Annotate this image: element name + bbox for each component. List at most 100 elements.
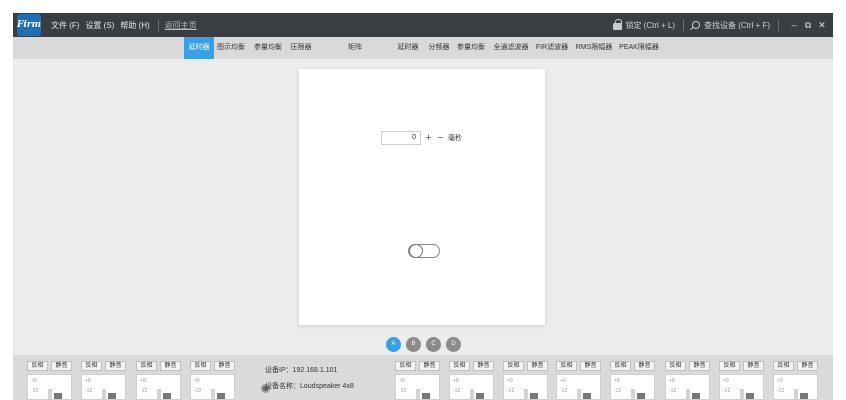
divider	[778, 19, 779, 31]
level-meter: +0 -12	[449, 374, 494, 400]
mute-button[interactable]: 静音	[473, 361, 494, 371]
menu-file[interactable]: 文件 (F)	[51, 20, 79, 31]
fader-knob[interactable]	[583, 393, 591, 399]
pager-c[interactable]: C	[426, 337, 441, 352]
tab-matrix[interactable]: 矩阵	[343, 37, 367, 59]
decrease-button[interactable]: −	[436, 132, 445, 144]
close-button[interactable]: ✕	[815, 20, 829, 31]
meter-tick: +0	[614, 378, 620, 384]
mute-button[interactable]: 静音	[580, 361, 601, 371]
mute-button[interactable]: 静音	[160, 361, 181, 371]
restore-button[interactable]: ⧉	[801, 20, 815, 31]
meter-tick: -12	[194, 388, 202, 394]
invert-button[interactable]: 反相	[27, 361, 48, 371]
tab-crossover[interactable]: 分频器	[426, 37, 452, 59]
tab-delay-input[interactable]: 延时器	[184, 37, 214, 59]
mute-button[interactable]: 静音	[797, 361, 818, 371]
mute-button[interactable]: 静音	[527, 361, 548, 371]
level-meter: +0 -12	[610, 374, 655, 400]
delay-enable-toggle[interactable]	[408, 244, 440, 258]
tab-delay-output[interactable]: 延时器	[395, 37, 421, 59]
meter-tick: +0	[140, 378, 146, 384]
menu-settings[interactable]: 设置 (S)	[85, 20, 114, 31]
meter-tick: +0	[507, 378, 513, 384]
lock-label: 锁定 (Ctrl + L)	[625, 20, 675, 30]
level-meter: +0 -12	[665, 374, 710, 400]
channel-module: 反相 静音 +0 -12	[773, 359, 819, 400]
fader-knob[interactable]	[54, 393, 62, 399]
minimize-button[interactable]: –	[787, 20, 801, 30]
invert-button[interactable]: 反相	[449, 361, 470, 371]
invert-button[interactable]: 反相	[719, 361, 740, 371]
fader-knob[interactable]	[637, 393, 645, 399]
fader-knob[interactable]	[692, 393, 700, 399]
lock-icon	[613, 18, 623, 30]
invert-button[interactable]: 反相	[190, 361, 211, 371]
fader-knob[interactable]	[422, 393, 430, 399]
mute-button[interactable]: 静音	[51, 361, 72, 371]
tab-parametric-eq-input[interactable]: 参量均衡	[251, 37, 285, 59]
invert-button[interactable]: 反相	[395, 361, 416, 371]
fader-knob[interactable]	[746, 393, 754, 399]
meter-bar	[416, 389, 420, 399]
invert-button[interactable]: 反相	[81, 361, 102, 371]
tab-allpass-filter[interactable]: 全通滤波器	[491, 37, 531, 59]
meter-tick: -12	[85, 388, 93, 394]
find-device-button[interactable]: 查找设备 (Ctrl + F)	[692, 20, 770, 31]
menu-bar: 文件 (F) 设置 (S) 帮助 (H) 返回主页	[51, 13, 203, 37]
invert-button[interactable]: 反相	[610, 361, 631, 371]
invert-button[interactable]: 反相	[136, 361, 157, 371]
pager-a[interactable]: A	[386, 337, 401, 352]
tab-fir-filter[interactable]: FIR滤波器	[535, 37, 569, 59]
meter-bar	[211, 389, 215, 399]
mute-button[interactable]: 静音	[743, 361, 764, 371]
menu-help[interactable]: 帮助 (H)	[120, 20, 149, 31]
meter-bar	[577, 389, 581, 399]
mute-button[interactable]: 静音	[689, 361, 710, 371]
meter-tick: +0	[669, 378, 675, 384]
delay-unit-label: 毫秒	[448, 135, 462, 142]
lock-button[interactable]: 锁定 (Ctrl + L)	[613, 18, 675, 31]
mute-button[interactable]: 静音	[634, 361, 655, 371]
meter-tick: -12	[31, 388, 39, 394]
tab-graphic-eq-input[interactable]: 图示均衡	[216, 37, 246, 59]
pager-b[interactable]: B	[406, 337, 421, 352]
meter-tick: +0	[453, 378, 459, 384]
device-info: 设备IP：192.168.1.101 设备名称：Loudspeaker 4x8	[265, 363, 354, 395]
invert-button[interactable]: 反相	[773, 361, 794, 371]
fader-knob[interactable]	[163, 393, 171, 399]
level-meter: +0 -12	[136, 374, 181, 400]
meter-tick: -12	[560, 388, 568, 394]
invert-button[interactable]: 反相	[556, 361, 577, 371]
pager-d[interactable]: D	[446, 337, 461, 352]
find-device-label: 查找设备 (Ctrl + F)	[704, 20, 770, 30]
invert-button[interactable]: 反相	[665, 361, 686, 371]
invert-button[interactable]: 反相	[503, 361, 524, 371]
mute-button[interactable]: 静音	[105, 361, 126, 371]
increase-button[interactable]: +	[424, 132, 433, 144]
tab-parametric-eq-output[interactable]: 参量均衡	[455, 37, 487, 59]
delay-input[interactable]: 0	[381, 131, 421, 145]
fader-knob[interactable]	[108, 393, 116, 399]
home-link[interactable]: 返回主页	[165, 20, 197, 31]
fader-knob[interactable]	[476, 393, 484, 399]
module-tab-bar: 延时器 图示均衡 参量均衡 压限器 矩阵 延时器 分频器 参量均衡 全通滤波器 …	[13, 37, 833, 59]
mute-button[interactable]: 静音	[419, 361, 440, 371]
divider	[683, 19, 684, 31]
fader-knob[interactable]	[530, 393, 538, 399]
channel-module: 反相 静音 +0 -12	[556, 359, 602, 400]
tab-peak-limiter[interactable]: PEAK限幅器	[618, 37, 660, 59]
search-icon	[692, 21, 700, 29]
mute-button[interactable]: 静音	[214, 361, 235, 371]
fader-knob[interactable]	[217, 393, 225, 399]
menu-divider	[157, 19, 159, 31]
meter-bar	[740, 389, 744, 399]
toggle-knob	[409, 244, 423, 258]
fader-knob[interactable]	[800, 393, 808, 399]
tab-rms-limiter[interactable]: RMS限幅器	[574, 37, 614, 59]
delay-panel: 0 + − 毫秒	[299, 69, 545, 325]
level-meter: +0 -12	[81, 374, 126, 400]
tab-compressor[interactable]: 压限器	[287, 37, 315, 59]
device-name: 设备名称：Loudspeaker 4x8	[265, 383, 354, 390]
level-meter: +0 -12	[27, 374, 72, 400]
